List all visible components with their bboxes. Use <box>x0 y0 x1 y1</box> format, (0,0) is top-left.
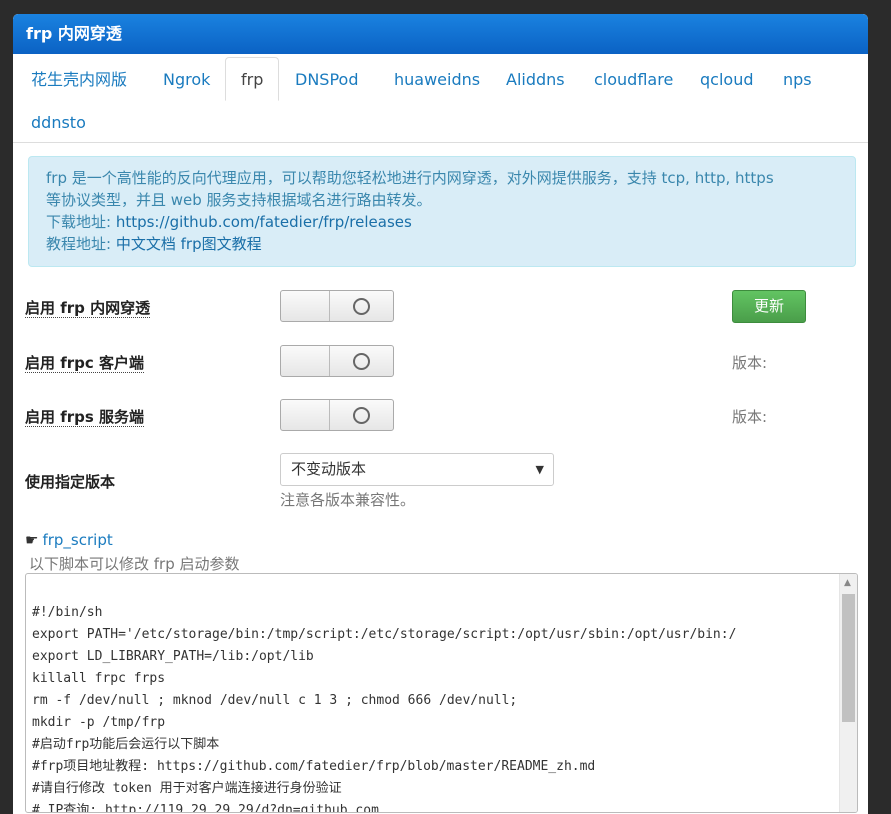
scrollbar-thumb[interactable] <box>842 594 855 722</box>
panel-title: frp 内网穿透 <box>13 14 868 54</box>
code-line: #请自行修改 token 用于对客户端连接进行身份验证 <box>32 781 342 796</box>
frps-version-label: 版本: <box>732 408 768 426</box>
frpc-version-label: 版本: <box>732 354 768 372</box>
tab-dnspod[interactable]: DNSPod <box>295 70 358 90</box>
switch-off-icon <box>353 407 370 424</box>
version-hint: 注意各版本兼容性。 <box>280 491 416 509</box>
download-label: 下载地址: <box>46 213 116 231</box>
tab-frp[interactable]: frp <box>225 57 280 101</box>
tutorial-label: 教程地址: <box>46 235 116 253</box>
enable-frps-label: 启用 frps 服务端 <box>25 408 145 427</box>
switch-off-icon <box>353 353 370 370</box>
tab-ngrok[interactable]: Ngrok <box>163 70 210 90</box>
enable-frp-label: 启用 frp 内网穿透 <box>25 299 151 318</box>
code-line: #启动frp功能后会运行以下脚本 <box>32 737 220 752</box>
frp-panel: frp 内网穿透 花生壳内网版 Ngrok frp DNSPod huaweid… <box>13 14 868 814</box>
enable-frpc-label: 启用 frpc 客户端 <box>25 354 144 373</box>
info-line-2: 等协议类型，并且 web 服务支持根据域名进行路由转发。 <box>46 191 432 209</box>
tab-nps[interactable]: nps <box>783 70 812 90</box>
info-line-1: frp 是一个高性能的反向代理应用，可以帮助您轻松地进行内网穿透，对外网提供服务… <box>46 169 774 187</box>
code-line: #!/bin/sh <box>32 605 103 620</box>
tutorial-link-docs[interactable]: 中文文档 <box>116 235 176 253</box>
tab-huaweidns[interactable]: huaweidns <box>394 70 480 90</box>
script-editor[interactable]: #!/bin/sh export PATH='/etc/storage/bin:/… <box>25 573 858 813</box>
tab-qcloud[interactable]: qcloud <box>700 70 753 90</box>
enable-frpc-switch[interactable] <box>280 345 394 377</box>
switch-off-icon <box>353 298 370 315</box>
scroll-up-icon[interactable]: ▲ <box>844 578 851 588</box>
download-row: 下载地址: https://github.com/fatedier/frp/re… <box>46 211 855 233</box>
script-description: 以下脚本可以修改 frp 启动参数 <box>29 555 240 573</box>
code-line: #frp项目地址教程: https://github.com/fatedier/… <box>32 759 596 774</box>
download-link[interactable]: https://github.com/fatedier/frp/releases <box>116 213 412 231</box>
tab-bar: 花生壳内网版 Ngrok frp DNSPod huaweidns Aliddn… <box>13 54 868 143</box>
code-line: export LD_LIBRARY_PATH=/lib:/opt/lib <box>32 649 314 664</box>
script-header: ☛ frp_script <box>25 531 113 549</box>
editor-scrollbar[interactable]: ▲ <box>839 574 857 812</box>
tab-aliddns[interactable]: Aliddns <box>506 70 565 90</box>
version-select-value: 不变动版本 <box>291 460 367 478</box>
info-alert: frp 是一个高性能的反向代理应用，可以帮助您轻松地进行内网穿透，对外网提供服务… <box>28 156 856 267</box>
tutorial-row: 教程地址: 中文文档 frp图文教程 <box>46 233 855 255</box>
code-line: rm -f /dev/null ; mknod /dev/null c 1 3 … <box>32 693 518 708</box>
code-line: export PATH='/etc/storage/bin:/tmp/scrip… <box>32 627 737 642</box>
tab-cloudflare[interactable]: cloudflare <box>594 70 673 90</box>
use-version-label: 使用指定版本 <box>25 473 116 491</box>
enable-frp-switch[interactable] <box>280 290 394 322</box>
enable-frps-switch[interactable] <box>280 399 394 431</box>
hand-pointer-icon: ☛ <box>25 531 39 549</box>
code-line: # IP查询: http://119.29.29.29/d?dn=github.… <box>32 803 379 813</box>
dropdown-arrow-icon: ▼ <box>535 463 544 476</box>
update-button[interactable]: 更新 <box>732 290 806 323</box>
frp-script-link[interactable]: frp_script <box>42 531 112 549</box>
tutorial-link-guide[interactable]: frp图文教程 <box>181 235 262 253</box>
code-line: killall frpc frps <box>32 671 166 686</box>
tab-huashengke[interactable]: 花生壳内网版 <box>31 70 127 90</box>
version-select[interactable]: 不变动版本 ▼ <box>280 453 554 486</box>
script-code: #!/bin/sh export PATH='/etc/storage/bin:/… <box>32 580 737 813</box>
tab-ddnsto[interactable]: ddnsto <box>31 113 86 133</box>
code-line: mkdir -p /tmp/frp <box>32 715 166 730</box>
